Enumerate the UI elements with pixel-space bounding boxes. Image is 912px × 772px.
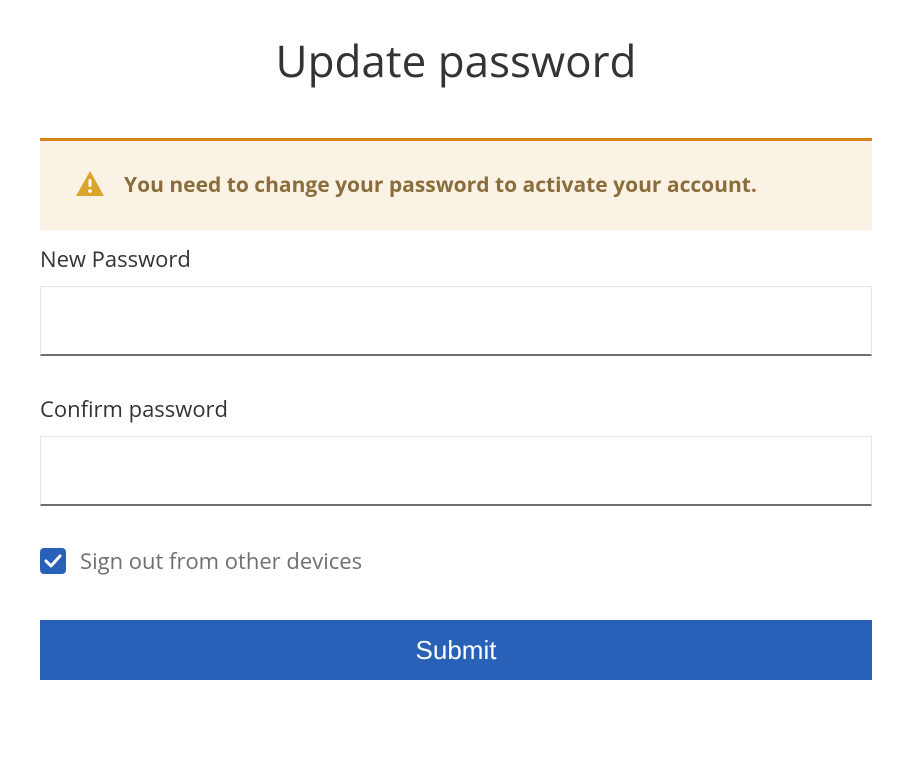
warning-triangle-icon xyxy=(76,171,104,202)
page-title: Update password xyxy=(40,30,872,90)
alert-banner: You need to change your password to acti… xyxy=(40,138,872,230)
signout-checkbox[interactable] xyxy=(40,548,66,574)
signout-checkbox-row: Sign out from other devices xyxy=(40,546,872,576)
check-icon xyxy=(44,554,62,568)
submit-button[interactable]: Submit xyxy=(40,620,872,680)
confirm-password-input[interactable] xyxy=(40,436,872,506)
confirm-password-label: Confirm password xyxy=(40,394,872,424)
update-password-form: Update password You need to change your … xyxy=(0,0,912,720)
new-password-group: New Password xyxy=(40,244,872,356)
signout-checkbox-label[interactable]: Sign out from other devices xyxy=(80,546,362,576)
new-password-label: New Password xyxy=(40,244,872,274)
new-password-input[interactable] xyxy=(40,286,872,356)
confirm-password-group: Confirm password xyxy=(40,394,872,506)
alert-message: You need to change your password to acti… xyxy=(124,169,757,202)
